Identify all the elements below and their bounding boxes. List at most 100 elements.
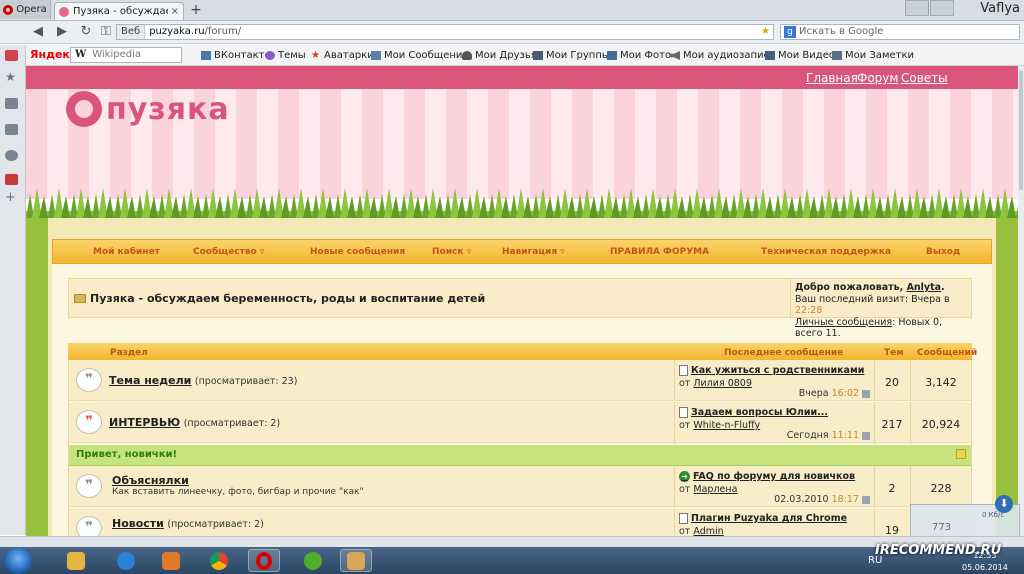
bookmark-groups[interactable]: Мои Группы <box>533 50 610 61</box>
scrollbar-thumb[interactable] <box>1019 70 1023 190</box>
menu-forum-rules[interactable]: ПРАВИЛА ФОРУМА <box>610 247 709 257</box>
taskbar-ie[interactable] <box>110 549 142 572</box>
maximize-button[interactable] <box>930 0 954 16</box>
speed-dial-icon[interactable] <box>5 50 18 61</box>
menu-community[interactable]: Сообщество ▿ <box>193 247 264 257</box>
utorrent-icon <box>304 551 322 570</box>
menu-logout[interactable]: Выход <box>926 247 960 257</box>
nav-forum-link[interactable]: Форум <box>857 71 898 85</box>
quote-bubble-icon: ❞ <box>76 368 102 392</box>
category-title[interactable]: Привет, новички! <box>76 449 177 460</box>
back-icon[interactable]: ◀ <box>30 24 46 40</box>
bookmark-videos[interactable]: Мои Видео <box>765 50 835 61</box>
by-label: от <box>679 526 691 536</box>
bookmarks-star-icon[interactable]: ★ <box>5 71 18 83</box>
username-link[interactable]: Anlyta <box>907 282 942 293</box>
taskbar-app[interactable] <box>340 549 372 572</box>
history-clock-icon[interactable] <box>5 150 18 161</box>
date-text: Сегодня <box>786 430 829 441</box>
wikipedia-placeholder: Wikipedia <box>92 49 142 60</box>
col-posts: Сообщений <box>917 348 978 358</box>
author-link[interactable]: Марлена <box>693 484 737 495</box>
taskbar-media-player[interactable] <box>155 549 187 572</box>
mail-icon <box>371 51 381 60</box>
site-logo[interactable]: пузяка <box>66 91 230 127</box>
menu-my-cabinet[interactable]: Мой кабинет <box>93 247 160 257</box>
forum-title-link[interactable]: Новости <box>112 517 164 530</box>
person-icon <box>462 51 472 60</box>
go-to-post-icon[interactable] <box>862 389 870 398</box>
go-to-post-icon[interactable] <box>862 495 870 504</box>
menu-search-label: Поиск <box>432 247 464 257</box>
topic-count: 20 <box>885 376 899 389</box>
bookmark-star-icon[interactable]: ★ <box>761 25 770 39</box>
forum-viewers: (просматривает: 2) <box>183 418 281 429</box>
bookmark-notes[interactable]: Мои Заметки <box>832 50 914 61</box>
go-to-post-icon[interactable] <box>862 431 870 440</box>
bookmark-audio[interactable]: Мои аудиозаписи <box>670 50 775 61</box>
chrome-icon <box>210 551 228 570</box>
new-tab-button[interactable]: + <box>188 2 204 18</box>
menu-tech-support[interactable]: Техническая поддержка <box>761 247 891 257</box>
chevron-down-icon: ▿ <box>259 247 265 257</box>
bookmark-label: Аватарки <box>324 50 374 61</box>
watermark-text: IRECOMMEND.RU <box>875 543 1002 558</box>
address-field[interactable]: Веб puzyaka.ru/forum/ ★ <box>116 24 774 40</box>
bookmark-friends[interactable]: Мои Друзья <box>462 50 537 61</box>
nav-home-link[interactable]: Главная <box>806 71 858 85</box>
last-post-title[interactable]: ➜ FAQ по форуму для новичков <box>679 471 855 482</box>
wikipedia-search-field[interactable]: W Wikipedia <box>70 47 182 63</box>
forum-title-link[interactable]: Тема недели <box>109 374 191 387</box>
forum-title-link[interactable]: Объяснялки <box>112 474 189 487</box>
private-messages-link[interactable]: Личные сообщения <box>795 317 892 328</box>
bookmark-themes[interactable]: Темы <box>265 50 306 61</box>
taskbar-opera[interactable] <box>248 549 280 572</box>
bookmark-vkontakte[interactable]: ВКонтакте <box>201 50 271 61</box>
windows-start-button[interactable] <box>4 548 32 574</box>
taskbar-utorrent[interactable] <box>297 549 329 572</box>
forum-title-link[interactable]: ИНТЕРВЬЮ <box>109 416 180 429</box>
time-text: 11:11 <box>831 430 859 441</box>
window-controls <box>905 0 954 16</box>
browser-tab[interactable]: Пузяка - обсуждаем б...× <box>54 2 184 20</box>
bookmark-messages[interactable]: Мои Сообщения <box>371 50 468 61</box>
menu-search[interactable]: Поиск ▿ <box>432 247 471 257</box>
author-link[interactable]: Admin <box>693 526 723 536</box>
forum-viewers: (просматривает: 2) <box>167 519 264 530</box>
browser-user-name: Vaflya <box>980 1 1020 16</box>
menu-navigation[interactable]: Навигация ▿ <box>502 247 565 257</box>
taskbar-chrome[interactable] <box>203 549 235 572</box>
menu-new-posts[interactable]: Новые сообщения <box>310 247 405 257</box>
bookmark-avatars[interactable]: ★ Аватарки <box>311 50 374 61</box>
last-post-title[interactable]: Плагин Puzyaka для Chrome <box>679 513 847 524</box>
add-panel-icon[interactable]: + <box>5 191 18 204</box>
forward-icon[interactable]: ▶ <box>54 24 70 40</box>
opera-menu-button[interactable]: Opera <box>0 0 51 19</box>
last-post-title-text: Как ужиться с родственниками <box>691 365 865 376</box>
topic-count: 19 <box>885 524 899 536</box>
collapse-category-icon[interactable] <box>956 449 966 459</box>
taskbar-explorer[interactable] <box>60 549 92 572</box>
opera-menu-label: Opera <box>16 4 47 15</box>
minimize-button[interactable] <box>905 0 929 16</box>
tab-close-icon[interactable]: × <box>171 6 179 17</box>
time-text: 16:02 <box>831 388 859 399</box>
nav-tips-link[interactable]: Советы <box>901 71 948 85</box>
downloads-sidebar-icon[interactable] <box>5 124 18 135</box>
folder-icon <box>67 551 85 570</box>
author-link[interactable]: Лилия 0809 <box>693 378 751 389</box>
key-icon[interactable]: ⚿ <box>98 24 114 40</box>
author-link[interactable]: White-n-Fluffy <box>693 420 760 431</box>
google-icon: g <box>784 26 796 38</box>
time-text: 18:17 <box>831 494 859 505</box>
date-text: 02.03.2010 <box>774 494 829 505</box>
search-field[interactable]: g Искать в Google <box>780 24 1020 40</box>
last-post-title[interactable]: Как ужиться с родственниками <box>679 365 864 376</box>
reload-icon[interactable]: ↻ <box>78 24 94 40</box>
notes-sidebar-icon[interactable] <box>5 98 18 109</box>
last-post-title[interactable]: Задаем вопросы Юлии... <box>679 407 828 418</box>
download-arrow-icon[interactable]: ⬇ <box>995 495 1013 513</box>
arrow-right-icon: ➜ <box>679 471 690 482</box>
bookmark-photos[interactable]: Мои Фото <box>607 50 671 61</box>
panel-icon[interactable] <box>5 174 18 185</box>
